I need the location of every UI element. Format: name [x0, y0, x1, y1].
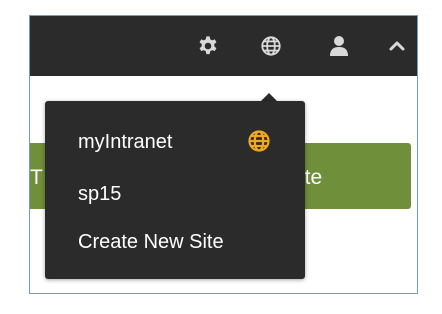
create-site-button-label-left: T	[30, 166, 43, 189]
site-dropdown-menu: myIntranet sp15 Create New Site	[45, 101, 305, 279]
menu-item-sp15[interactable]: sp15	[78, 182, 121, 206]
gear-icon[interactable]	[197, 35, 219, 57]
menu-item-myintranet[interactable]: myIntranet	[78, 130, 172, 154]
app-frame: T ite myIntranet sp15 Create New Site	[29, 15, 418, 294]
user-icon[interactable]	[328, 35, 350, 57]
globe-icon[interactable]	[260, 35, 282, 57]
current-site-globe-icon	[247, 129, 271, 153]
chevron-up-icon[interactable]	[386, 35, 408, 57]
top-bar	[30, 16, 417, 76]
menu-item-create-new-site[interactable]: Create New Site	[78, 230, 224, 254]
